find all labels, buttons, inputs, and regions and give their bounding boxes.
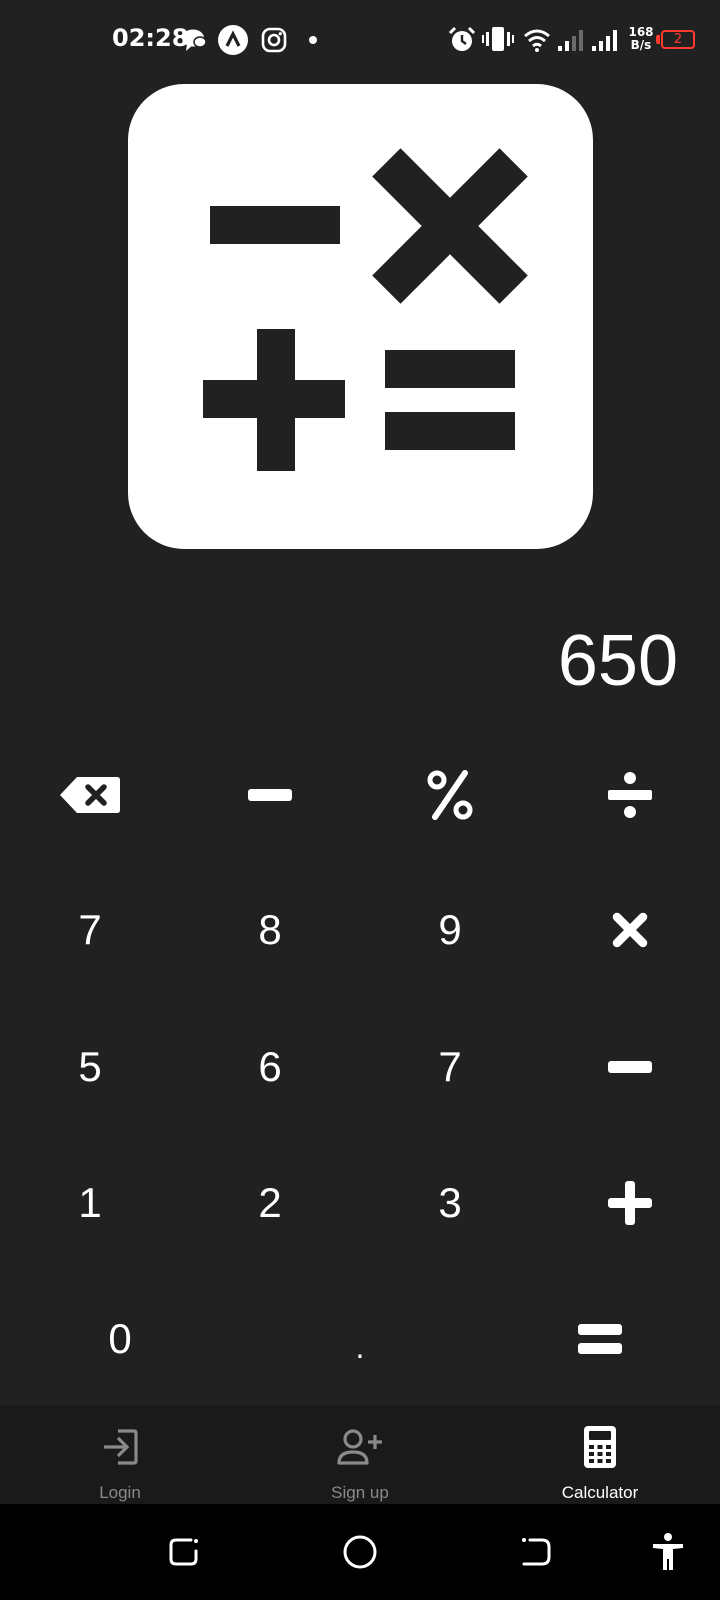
- key-5[interactable]: 5: [0, 1012, 180, 1122]
- status-bar: 02:28 168 B/s 2: [0, 0, 720, 80]
- key-0[interactable]: 0: [0, 1284, 240, 1394]
- equals-button[interactable]: [480, 1284, 720, 1394]
- key-7-second[interactable]: 7: [360, 1012, 540, 1122]
- login-icon: [104, 1429, 138, 1465]
- key-label: 5: [78, 1043, 102, 1090]
- back-icon: [522, 1538, 551, 1566]
- network-speed: 168 B/s: [624, 26, 658, 52]
- calculator-display: 650: [557, 621, 678, 701]
- divide-icon: [608, 772, 652, 818]
- bottom-navigation: Login Sign up Calculator: [0, 1406, 720, 1504]
- multiply-button[interactable]: [540, 875, 720, 985]
- key-9[interactable]: 9: [360, 875, 540, 985]
- battery-tip: [656, 35, 660, 44]
- accessibility-icon: [653, 1533, 683, 1570]
- back-button[interactable]: [510, 1526, 562, 1578]
- backspace-button[interactable]: [0, 740, 180, 850]
- decimal-button[interactable]: .: [240, 1284, 480, 1394]
- key-label: 9: [438, 906, 462, 953]
- plus-icon: [608, 1181, 652, 1225]
- calculator-logo: [128, 84, 593, 549]
- key-7[interactable]: 7: [0, 875, 180, 985]
- key-3[interactable]: 3: [360, 1148, 540, 1258]
- home-button[interactable]: [334, 1526, 386, 1578]
- key-label: 7: [78, 906, 102, 953]
- status-time: 02:28: [112, 24, 189, 52]
- key-label: .: [355, 1328, 365, 1365]
- signal-1-icon: [558, 30, 583, 51]
- key-label: 8: [258, 906, 282, 953]
- add-button[interactable]: [540, 1148, 720, 1258]
- equals-icon: [578, 1324, 622, 1354]
- battery-level: 2: [673, 32, 683, 47]
- key-2[interactable]: 2: [180, 1148, 360, 1258]
- home-icon: [343, 1535, 377, 1569]
- nav-item-login[interactable]: Login: [0, 1406, 240, 1504]
- backspace-icon: [60, 777, 120, 813]
- key-label: 0: [108, 1315, 132, 1362]
- minus-icon: [248, 789, 292, 801]
- recent-apps-icon: [169, 1538, 198, 1566]
- key-8[interactable]: 8: [180, 875, 360, 985]
- battery-icon: 2: [661, 30, 695, 49]
- calculator-icon: [584, 1426, 616, 1468]
- accessibility-button[interactable]: [642, 1526, 694, 1578]
- divide-button[interactable]: [540, 740, 720, 850]
- system-navigation-bar: [0, 1504, 720, 1600]
- instagram-icon: [261, 27, 287, 53]
- percent-button[interactable]: [360, 740, 540, 850]
- signal-2-icon: [592, 30, 617, 51]
- app-a-icon: [218, 25, 248, 55]
- recent-apps-button[interactable]: [158, 1526, 210, 1578]
- dot-icon: [309, 36, 317, 44]
- network-speed-unit: B/s: [630, 38, 652, 52]
- calculator-logo-icon: [203, 148, 528, 471]
- key-label: 3: [438, 1179, 462, 1226]
- nav-label-signup: Sign up: [331, 1483, 389, 1502]
- nav-label-calculator: Calculator: [561, 1483, 639, 1502]
- vibrate-icon: [482, 27, 514, 51]
- key-label: 2: [258, 1179, 282, 1226]
- key-label: 6: [258, 1043, 282, 1090]
- chat-bubble-icon: [182, 29, 207, 51]
- multiply-icon: [612, 912, 648, 948]
- key-label: 1: [78, 1179, 102, 1226]
- nav-item-signup[interactable]: Sign up: [240, 1406, 480, 1504]
- add-user-icon: [337, 1429, 382, 1465]
- percent-icon: [427, 770, 473, 820]
- nav-item-calculator[interactable]: Calculator: [480, 1406, 720, 1504]
- nav-label-login: Login: [99, 1483, 141, 1502]
- minus-icon: [608, 1061, 652, 1073]
- key-label: 7: [438, 1043, 462, 1090]
- wifi-icon: [524, 29, 550, 52]
- key-6[interactable]: 6: [180, 1012, 360, 1122]
- clear-minus-button[interactable]: [180, 740, 360, 850]
- key-1[interactable]: 1: [0, 1148, 180, 1258]
- subtract-button[interactable]: [540, 1012, 720, 1122]
- alarm-icon: [448, 26, 476, 51]
